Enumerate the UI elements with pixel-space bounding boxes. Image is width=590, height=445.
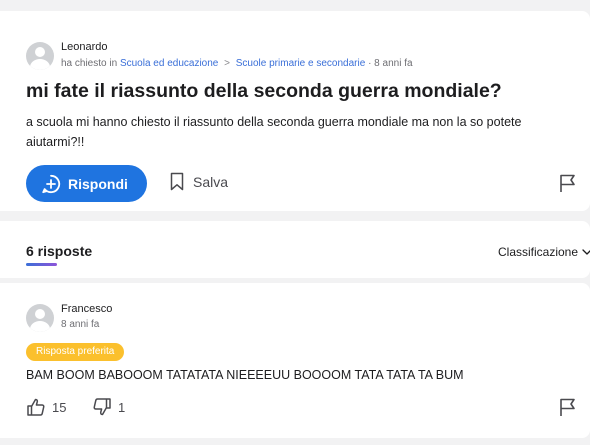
category-link[interactable]: Scuola ed educazione — [120, 58, 218, 69]
subcategory-link[interactable]: Scuole primarie e secondarie — [236, 58, 366, 69]
upvote-count: 15 — [52, 399, 67, 415]
answer-button-label: Rispondi — [68, 175, 128, 192]
question-body: a scuola mi hanno chiesto il riassunto d… — [26, 115, 522, 149]
chevron-down-icon — [582, 249, 590, 255]
thumbs-down-icon — [93, 398, 111, 416]
bookmark-icon — [170, 172, 184, 191]
answer-plus-icon — [42, 174, 61, 193]
answer-button[interactable]: Rispondi — [26, 165, 147, 202]
sort-dropdown[interactable]: Classificazione — [498, 245, 590, 259]
question-meta: ha chiesto in Scuola ed educazione > Scu… — [61, 58, 413, 69]
downvote-button[interactable]: 1 — [92, 397, 125, 417]
question-card: Leonardo ha chiesto in Scuola ed educazi… — [0, 11, 590, 211]
thumbs-up-icon — [27, 398, 45, 416]
answers-tab-indicator — [26, 263, 57, 266]
answer-author-avatar[interactable] — [26, 304, 54, 332]
sort-label: Classificazione — [498, 245, 579, 259]
answer-text: BAM BOOM BABOOOM TATATATA NIEEEEUU BOOOO… — [26, 368, 464, 382]
asked-in-label: ha chiesto in — [61, 58, 118, 69]
save-button-label: Salva — [193, 173, 229, 190]
answer-author-name[interactable]: Francesco — [61, 303, 112, 315]
upvote-button[interactable]: 15 — [26, 397, 66, 417]
best-answer-badge: Risposta preferita — [26, 343, 125, 361]
save-button[interactable]: Salva — [170, 172, 228, 191]
answers-count[interactable]: 6 risposte — [26, 243, 92, 259]
downvote-count: 1 — [118, 399, 126, 415]
answers-header: 6 risposte Classificazione — [0, 221, 590, 278]
question-author-name[interactable]: Leonardo — [61, 41, 108, 53]
question-title: mi fate il riassunto della seconda guerr… — [26, 80, 502, 102]
question-age: 8 anni fa — [374, 58, 413, 69]
answer-card: Francesco 8 anni fa Risposta preferita B… — [0, 283, 590, 438]
report-flag-icon[interactable] — [558, 397, 578, 417]
answer-age: 8 anni fa — [61, 319, 100, 330]
report-flag-icon[interactable] — [558, 173, 578, 193]
breadcrumb-separator-icon: > — [224, 58, 230, 69]
question-author-avatar[interactable] — [26, 42, 54, 70]
